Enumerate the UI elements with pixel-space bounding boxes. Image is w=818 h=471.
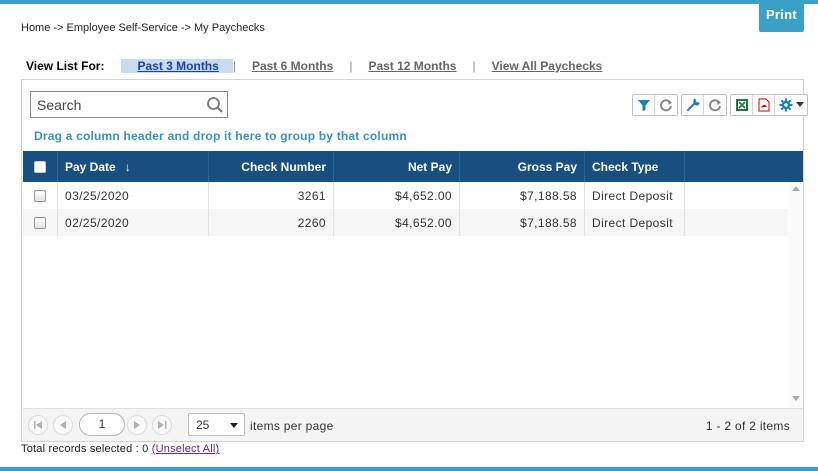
refresh-icon [660,99,672,112]
row-checkbox[interactable] [34,189,46,202]
export-pdf-button[interactable] [753,95,775,115]
sort-arrow-icon: ↓ [124,159,131,174]
scroll-up-icon[interactable] [792,186,800,191]
first-page-icon [33,421,42,429]
column-header-check-number[interactable]: Check Number [209,151,334,182]
settings-menu-button[interactable] [775,95,807,115]
next-page-button[interactable] [127,415,147,435]
chevron-down-icon [230,423,238,428]
next-page-icon [134,421,140,429]
column-label: Pay Date [65,159,116,174]
last-page-icon [157,421,166,429]
unselect-all-link[interactable]: (Unselect All) [152,443,220,455]
select-all-cell [23,151,58,182]
column-header-net-pay[interactable]: Net Pay [334,151,460,182]
total-selected-text: Total records selected : 0 [21,443,149,455]
check-number-cell: 3261 [209,182,334,209]
grid-toolbar [632,94,811,116]
export-excel-button[interactable] [731,95,753,115]
reset-button[interactable] [704,95,726,115]
view-option-past-6-months[interactable]: Past 6 Months [236,59,349,73]
column-header-check-type[interactable]: Check Type [585,151,685,182]
view-list-filter: View List For: Past 3 Months | Past 6 Mo… [26,58,618,74]
column-label: Check Type [592,159,659,174]
vertical-scrollbar[interactable] [789,182,803,407]
net-pay-cell: $4,652.00 [334,209,460,236]
filter-button[interactable] [633,95,655,115]
excel-icon [735,99,748,111]
top-accent-bar [0,0,818,4]
scroll-down-icon[interactable] [792,396,800,401]
view-option-past-12-months[interactable]: Past 12 Months [352,59,472,73]
column-header-spacer [685,151,803,182]
group-by-drop-zone[interactable]: Drag a column header and drop it here to… [34,129,407,143]
row-select-cell [23,209,58,236]
view-option-past-3-months[interactable]: Past 3 Months [121,59,233,73]
pay-date-cell: 02/25/2020 [58,209,209,236]
bottom-accent-bar [0,467,818,471]
net-pay-cell: $4,652.00 [334,182,460,209]
search-box [30,91,228,118]
wrench-icon [686,98,700,111]
caret-down-icon [795,102,804,107]
first-page-button[interactable] [28,415,48,435]
row-select-cell [23,182,58,209]
spacer-cell [685,182,788,209]
refresh-icon [709,99,721,112]
page-size-value: 25 [196,417,210,432]
previous-page-icon [60,421,66,429]
clear-filter-button[interactable] [655,95,677,115]
total-selected: Total records selected : 0 (Unselect All… [21,443,219,455]
table-body: 03/25/2020 3261 $4,652.00 $7,188.58 Dire… [23,182,788,407]
paychecks-grid: Drag a column header and drop it here to… [21,79,808,442]
previous-page-button[interactable] [53,415,73,435]
gear-icon [779,98,792,112]
column-label: Check Number [241,159,326,174]
pager: 1 25 items per page 1 - 2 of 2 items [23,408,803,441]
pay-date-cell: 03/25/2020 [58,182,209,209]
table-row[interactable]: 02/25/2020 2260 $4,652.00 $7,188.58 Dire… [23,209,788,236]
check-type-cell: Direct Deposit [585,182,685,209]
spacer-cell [685,209,788,236]
pager-info: 1 - 2 of 2 items [705,419,790,433]
print-button[interactable]: Print [759,4,804,32]
filter-group [632,94,678,116]
gross-pay-cell: $7,188.58 [460,182,585,209]
check-number-cell: 2260 [209,209,334,236]
column-header-gross-pay[interactable]: Gross Pay [460,151,585,182]
last-page-button[interactable] [152,415,172,435]
filter-icon [637,100,650,111]
view-list-label: View List For: [26,59,105,73]
breadcrumb: Home -> Employee Self-Service -> My Payc… [21,22,265,34]
row-checkbox[interactable] [34,216,46,229]
column-label: Gross Pay [517,159,577,174]
page-number-input[interactable]: 1 [79,413,125,436]
settings-group [681,94,727,116]
export-group [730,94,808,116]
page-size-label: items per page [250,419,334,433]
search-input[interactable] [31,92,201,117]
customize-button[interactable] [682,95,704,115]
column-header-pay-date[interactable]: Pay Date ↓ [58,151,209,182]
gross-pay-cell: $7,188.58 [460,209,585,236]
check-type-cell: Direct Deposit [585,209,685,236]
pdf-icon [758,98,769,112]
search-icon[interactable] [206,96,224,114]
column-label: Net Pay [407,159,452,174]
page-size-select[interactable]: 25 [188,413,245,436]
table-header: Pay Date ↓ Check Number Net Pay Gross Pa… [23,151,803,182]
select-all-checkbox[interactable] [34,160,46,173]
view-option-all-paychecks[interactable]: View All Paychecks [476,59,619,73]
table-row[interactable]: 03/25/2020 3261 $4,652.00 $7,188.58 Dire… [23,182,788,209]
